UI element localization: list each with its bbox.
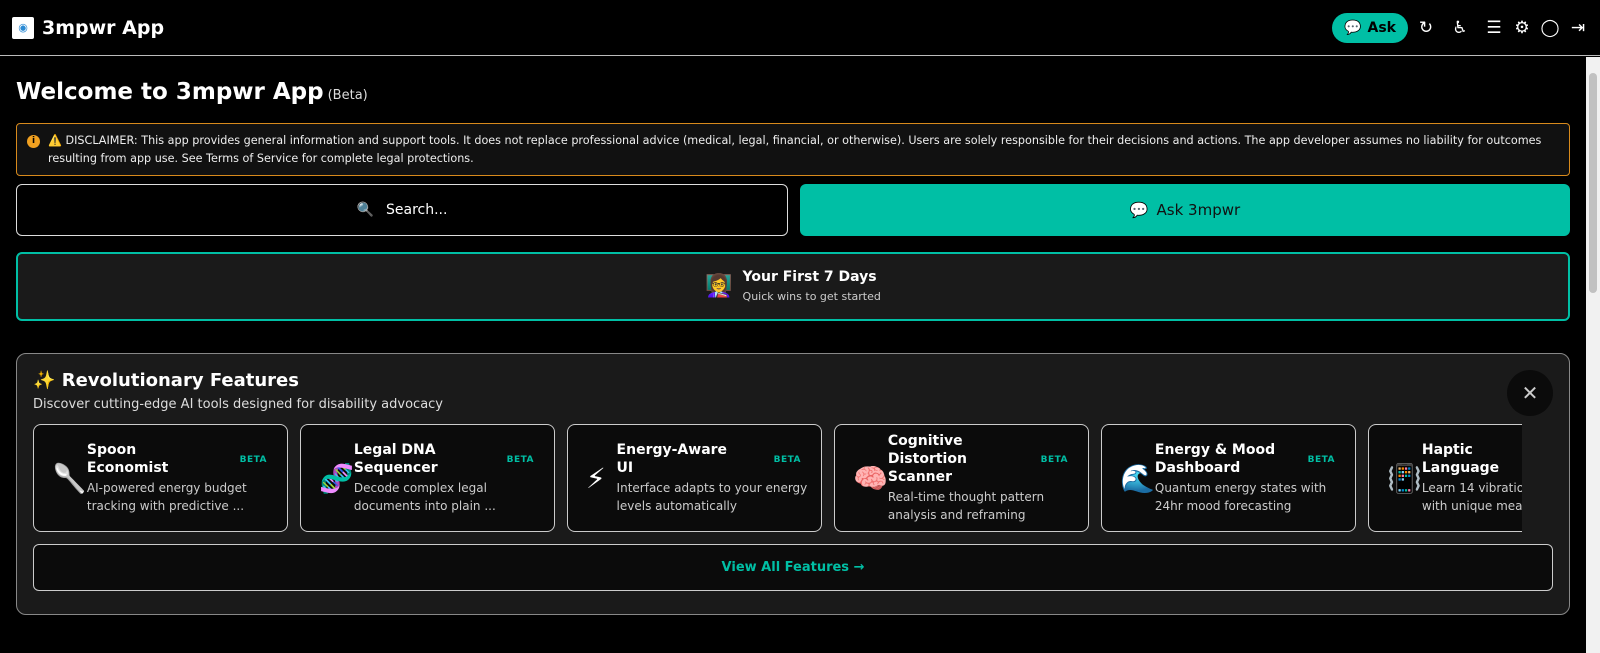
feature-card[interactable]: 🧠 Cognitive Distortion Scanner Real-time t… [834, 424, 1089, 532]
ask-label: Ask [1367, 19, 1396, 36]
beta-badge: BETA [1040, 455, 1068, 465]
page-title: Welcome to 3mpwr App (Beta) [16, 79, 368, 105]
feature-card[interactable]: 📳Haptic Language Learn 14 vibration patte… [1368, 424, 1522, 532]
feature-desc: Decode complex legal documents into plai… [353, 481, 496, 513]
teacher-icon: 👩‍🏫 [705, 274, 733, 299]
beta-badge: BETA [1307, 455, 1335, 465]
features-panel: ✨ Revolutionary Features Discover cuttin… [16, 353, 1570, 615]
first-7-days-card[interactable]: 👩‍🏫 Your First 7 Days Quick wins to get s… [16, 252, 1570, 321]
feature-icon: 🧠 [853, 461, 888, 495]
sparkles-icon: ✨ [33, 370, 56, 391]
user-icon[interactable]: ◯ [1540, 18, 1560, 38]
feature-card[interactable]: 🌊 Energy & Mood Dashboard Quantum energy s… [1101, 424, 1356, 532]
chat-icon: 💬 [1129, 201, 1149, 219]
feature-name: Spoon Economist [86, 442, 169, 476]
scrollbar[interactable] [1586, 57, 1600, 653]
logout-icon[interactable]: ⇥ [1568, 18, 1588, 38]
feature-icon: 📳 [1387, 461, 1422, 495]
feature-name: Energy-Aware UI [616, 442, 728, 476]
beta-badge: BETA [506, 455, 534, 465]
feature-name: Legal DNA Sequencer [353, 442, 438, 476]
chat-icon: 💬 [1344, 19, 1362, 36]
beta-badge: BETA [239, 455, 267, 465]
feature-desc: Learn 14 vibration patterns with unique … [1421, 481, 1522, 513]
info-icon: i [27, 135, 40, 148]
ask-header-button[interactable]: 💬 Ask [1332, 12, 1408, 43]
beta-label: (Beta) [327, 88, 368, 103]
close-button[interactable]: ✕ [1507, 370, 1553, 416]
gear-icon[interactable]: ⚙ [1512, 18, 1532, 38]
scrollbar-thumb[interactable] [1589, 73, 1597, 293]
app-header: ◉ 3mpwr App 💬 Ask ↻ ♿ ☰ ⚙ ◯ ⇥ [0, 0, 1600, 56]
search-icon: 🔍 [356, 202, 374, 218]
close-icon: ✕ [1521, 381, 1539, 405]
menu-icon[interactable]: ☰ [1484, 18, 1504, 38]
feature-name: Cognitive Distortion Scanner [887, 433, 967, 485]
feature-desc: Real-time thought pattern analysis and r… [887, 490, 1045, 522]
main-content: Welcome to 3mpwr App (Beta) i ⚠️ DISCLAIM… [0, 57, 1586, 653]
feature-card[interactable]: 🧬 Legal DNA Sequencer Decode complex legal… [300, 424, 555, 532]
accessibility-icon[interactable]: ♿ [1450, 18, 1470, 38]
feature-icon: ⚡ [586, 461, 606, 495]
feature-icon: 🌊 [1120, 461, 1155, 495]
feature-desc: Quantum energy states with 24hr mood for… [1154, 481, 1327, 513]
view-all-features-button[interactable]: View All Features → [33, 544, 1553, 591]
feature-name: Haptic Language [1421, 442, 1500, 476]
first-days-title: Your First 7 Days [742, 269, 877, 285]
feature-icon: 🧬 [319, 461, 354, 495]
feature-icon: 🥄 [52, 461, 87, 495]
feature-card[interactable]: ⚡ Energy-Aware UI Interface adapts to your… [567, 424, 822, 532]
beta-badge: BETA [773, 455, 801, 465]
feature-desc: Interface adapts to your energy levels a… [616, 481, 808, 513]
ask-3mpwr-button[interactable]: 💬 Ask 3mpwr [800, 184, 1570, 236]
feature-name: Energy & Mood Dashboard [1154, 442, 1276, 476]
feature-desc: AI-powered energy budget tracking with p… [86, 481, 247, 513]
feature-card[interactable]: 🥄 Spoon Economist AI-powered energy budget… [33, 424, 288, 532]
feature-cards: 🥄 Spoon Economist AI-powered energy budget… [33, 424, 1522, 532]
features-subtitle: Discover cutting-edge AI tools designed … [33, 397, 444, 412]
features-title: ✨ Revolutionary Features [33, 370, 299, 391]
app-title: 3mpwr App [42, 16, 165, 39]
disclaimer-text: ⚠️ DISCLAIMER: This app provides general… [48, 134, 1542, 165]
app-logo[interactable]: ◉ [12, 16, 34, 39]
disclaimer-banner: i ⚠️ DISCLAIMER: This app provides gener… [16, 123, 1570, 176]
refresh-icon[interactable]: ↻ [1416, 18, 1436, 38]
first-days-subtitle: Quick wins to get started [742, 290, 881, 303]
search-button[interactable]: 🔍 Search... [16, 184, 788, 236]
